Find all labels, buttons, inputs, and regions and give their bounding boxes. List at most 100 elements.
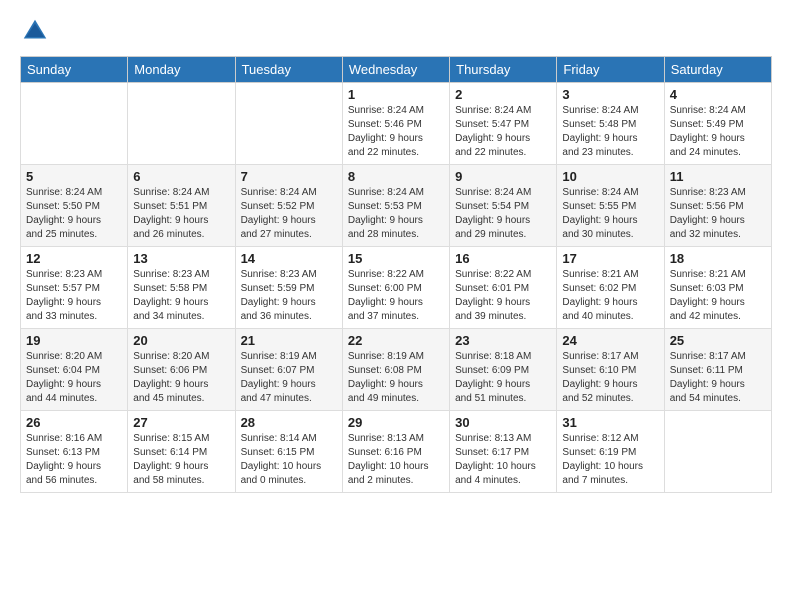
day-number: 5 — [26, 169, 122, 184]
day-number: 24 — [562, 333, 658, 348]
day-info: Sunrise: 8:24 AMSunset: 5:54 PMDaylight:… — [455, 186, 551, 242]
day-info: Sunrise: 8:17 AMSunset: 6:10 PMDaylight:… — [562, 350, 658, 406]
day-number: 25 — [670, 333, 766, 348]
day-number: 20 — [133, 333, 229, 348]
calendar-cell: 1Sunrise: 8:24 AMSunset: 5:46 PMDaylight… — [342, 83, 449, 165]
weekday-header-wednesday: Wednesday — [342, 57, 449, 83]
day-info: Sunrise: 8:13 AMSunset: 6:16 PMDaylight:… — [348, 432, 444, 488]
calendar-cell — [128, 83, 235, 165]
calendar-cell: 16Sunrise: 8:22 AMSunset: 6:01 PMDayligh… — [450, 247, 557, 329]
weekday-header-thursday: Thursday — [450, 57, 557, 83]
calendar-cell: 7Sunrise: 8:24 AMSunset: 5:52 PMDaylight… — [235, 165, 342, 247]
calendar-cell: 31 Sunrise: 8:12 AMSunset: 6:19 PMDayligh… — [557, 411, 664, 493]
day-info: Sunrise: 8:18 AMSunset: 6:09 PMDaylight:… — [455, 350, 551, 406]
day-info: Sunrise: 8:15 AMSunset: 6:14 PMDaylight:… — [133, 432, 229, 488]
calendar-cell: 17 Sunrise: 8:21 AMSunset: 6:02 PMDayligh… — [557, 247, 664, 329]
day-number: 13 — [133, 251, 229, 266]
calendar-cell: 22 Sunrise: 8:19 AMSunset: 6:08 PMDayligh… — [342, 329, 449, 411]
calendar-cell: 13 Sunrise: 8:23 AMSunset: 5:58 PMDayligh… — [128, 247, 235, 329]
calendar-cell: 2Sunrise: 8:24 AMSunset: 5:47 PMDaylight… — [450, 83, 557, 165]
weekday-header-sunday: Sunday — [21, 57, 128, 83]
logo-icon — [20, 16, 50, 46]
day-number: 26 — [26, 415, 122, 430]
weekday-header-tuesday: Tuesday — [235, 57, 342, 83]
calendar-cell: 8 Sunrise: 8:24 AMSunset: 5:53 PMDaylight… — [342, 165, 449, 247]
calendar-cell: 6Sunrise: 8:24 AMSunset: 5:51 PMDaylight… — [128, 165, 235, 247]
day-number: 30 — [455, 415, 551, 430]
day-number: 4 — [670, 87, 766, 102]
day-info: Sunrise: 8:19 AMSunset: 6:07 PMDaylight:… — [241, 350, 337, 406]
calendar-cell: 3Sunrise: 8:24 AMSunset: 5:48 PMDaylight… — [557, 83, 664, 165]
weekday-header-friday: Friday — [557, 57, 664, 83]
day-number: 14 — [241, 251, 337, 266]
page-container: SundayMondayTuesdayWednesdayThursdayFrid… — [0, 0, 792, 503]
day-info: Sunrise: 8:17 AMSunset: 6:11 PMDaylight:… — [670, 350, 766, 406]
day-info: Sunrise: 8:16 AMSunset: 6:13 PMDaylight:… — [26, 432, 122, 488]
day-info: Sunrise: 8:21 AMSunset: 6:03 PMDaylight:… — [670, 268, 766, 324]
day-number: 19 — [26, 333, 122, 348]
calendar-cell: 26 Sunrise: 8:16 AMSunset: 6:13 PMDayligh… — [21, 411, 128, 493]
day-info: Sunrise: 8:14 AMSunset: 6:15 PMDaylight:… — [241, 432, 337, 488]
day-number: 8 — [348, 169, 444, 184]
day-info: Sunrise: 8:24 AMSunset: 5:51 PMDaylight:… — [133, 186, 229, 242]
calendar-cell: 25 Sunrise: 8:17 AMSunset: 6:11 PMDayligh… — [664, 329, 771, 411]
day-number: 2 — [455, 87, 551, 102]
day-number: 11 — [670, 169, 766, 184]
day-info: Sunrise: 8:21 AMSunset: 6:02 PMDaylight:… — [562, 268, 658, 324]
day-info: Sunrise: 8:12 AMSunset: 6:19 PMDaylight:… — [562, 432, 658, 488]
calendar-cell: 4Sunrise: 8:24 AMSunset: 5:49 PMDaylight… — [664, 83, 771, 165]
day-info: Sunrise: 8:23 AMSunset: 5:58 PMDaylight:… — [133, 268, 229, 324]
calendar-cell: 30Sunrise: 8:13 AMSunset: 6:17 PMDayligh… — [450, 411, 557, 493]
calendar-cell — [235, 83, 342, 165]
weekday-header-monday: Monday — [128, 57, 235, 83]
calendar-week-row: 1Sunrise: 8:24 AMSunset: 5:46 PMDaylight… — [21, 83, 772, 165]
calendar-table: SundayMondayTuesdayWednesdayThursdayFrid… — [20, 56, 772, 493]
day-info: Sunrise: 8:24 AMSunset: 5:53 PMDaylight:… — [348, 186, 444, 242]
day-number: 16 — [455, 251, 551, 266]
weekday-header-row: SundayMondayTuesdayWednesdayThursdayFrid… — [21, 57, 772, 83]
day-number: 9 — [455, 169, 551, 184]
calendar-cell: 20 Sunrise: 8:20 AMSunset: 6:06 PMDayligh… — [128, 329, 235, 411]
day-info: Sunrise: 8:24 AMSunset: 5:52 PMDaylight:… — [241, 186, 337, 242]
calendar-cell: 10Sunrise: 8:24 AMSunset: 5:55 PMDayligh… — [557, 165, 664, 247]
weekday-header-saturday: Saturday — [664, 57, 771, 83]
calendar-cell: 18 Sunrise: 8:21 AMSunset: 6:03 PMDayligh… — [664, 247, 771, 329]
day-number: 17 — [562, 251, 658, 266]
day-number: 3 — [562, 87, 658, 102]
day-number: 15 — [348, 251, 444, 266]
day-number: 27 — [133, 415, 229, 430]
calendar-cell: 29Sunrise: 8:13 AMSunset: 6:16 PMDayligh… — [342, 411, 449, 493]
day-number: 22 — [348, 333, 444, 348]
day-info: Sunrise: 8:23 AMSunset: 5:59 PMDaylight:… — [241, 268, 337, 324]
day-number: 12 — [26, 251, 122, 266]
calendar-week-row: 19 Sunrise: 8:20 AMSunset: 6:04 PMDayligh… — [21, 329, 772, 411]
calendar-cell: 28 Sunrise: 8:14 AMSunset: 6:15 PMDayligh… — [235, 411, 342, 493]
day-info: Sunrise: 8:23 AMSunset: 5:57 PMDaylight:… — [26, 268, 122, 324]
day-number: 28 — [241, 415, 337, 430]
calendar-week-row: 5 Sunrise: 8:24 AMSunset: 5:50 PMDaylight… — [21, 165, 772, 247]
calendar-cell: 19 Sunrise: 8:20 AMSunset: 6:04 PMDayligh… — [21, 329, 128, 411]
day-info: Sunrise: 8:22 AMSunset: 6:00 PMDaylight:… — [348, 268, 444, 324]
day-info: Sunrise: 8:23 AMSunset: 5:56 PMDaylight:… — [670, 186, 766, 242]
day-info: Sunrise: 8:24 AMSunset: 5:55 PMDaylight:… — [562, 186, 658, 242]
day-number: 1 — [348, 87, 444, 102]
calendar-cell: 23Sunrise: 8:18 AMSunset: 6:09 PMDayligh… — [450, 329, 557, 411]
day-info: Sunrise: 8:20 AMSunset: 6:04 PMDaylight:… — [26, 350, 122, 406]
calendar-cell: 14 Sunrise: 8:23 AMSunset: 5:59 PMDayligh… — [235, 247, 342, 329]
calendar-cell: 5 Sunrise: 8:24 AMSunset: 5:50 PMDaylight… — [21, 165, 128, 247]
calendar-cell: 24 Sunrise: 8:17 AMSunset: 6:10 PMDayligh… — [557, 329, 664, 411]
day-number: 31 — [562, 415, 658, 430]
calendar-cell: 21Sunrise: 8:19 AMSunset: 6:07 PMDayligh… — [235, 329, 342, 411]
header-row — [20, 16, 772, 46]
day-info: Sunrise: 8:19 AMSunset: 6:08 PMDaylight:… — [348, 350, 444, 406]
calendar-cell — [21, 83, 128, 165]
calendar-week-row: 26 Sunrise: 8:16 AMSunset: 6:13 PMDayligh… — [21, 411, 772, 493]
day-info: Sunrise: 8:20 AMSunset: 6:06 PMDaylight:… — [133, 350, 229, 406]
calendar-cell: 12 Sunrise: 8:23 AMSunset: 5:57 PMDayligh… — [21, 247, 128, 329]
logo — [20, 16, 54, 46]
calendar-cell: 9 Sunrise: 8:24 AMSunset: 5:54 PMDaylight… — [450, 165, 557, 247]
calendar-cell: 15 Sunrise: 8:22 AMSunset: 6:00 PMDayligh… — [342, 247, 449, 329]
day-number: 18 — [670, 251, 766, 266]
calendar-cell: 27 Sunrise: 8:15 AMSunset: 6:14 PMDayligh… — [128, 411, 235, 493]
day-info: Sunrise: 8:24 AMSunset: 5:50 PMDaylight:… — [26, 186, 122, 242]
